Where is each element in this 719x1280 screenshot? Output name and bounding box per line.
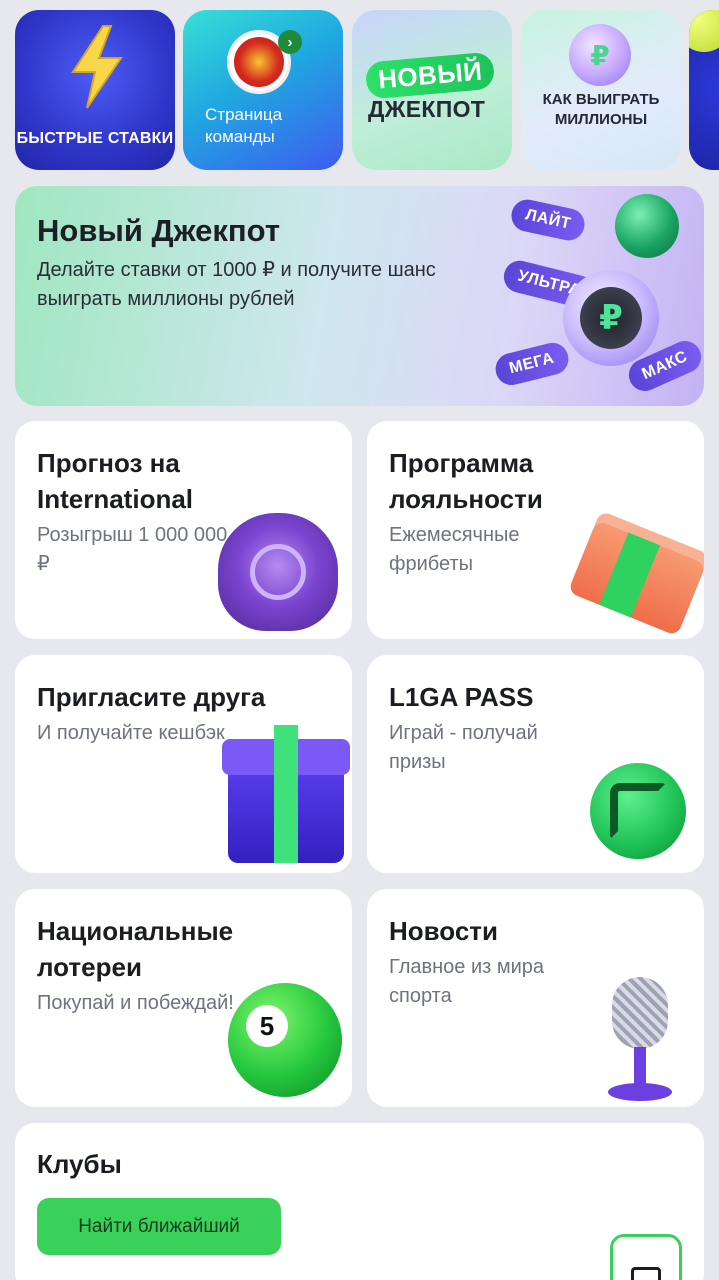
card-title: Национальные лотереи: [37, 916, 234, 982]
coin-icon: ₽: [569, 24, 631, 86]
card-invite-friend[interactable]: Пригласите друга И получайте кешбэк: [15, 655, 352, 873]
banner-title: Новый Джекпот: [37, 213, 281, 248]
clubs-section: Клубы Найти ближайший: [15, 1123, 704, 1280]
card-title: Пригласите друга: [37, 682, 266, 712]
story-label: ДЖЕКПОТ: [368, 96, 486, 122]
chevron-right-icon: ›: [278, 30, 302, 54]
card-news[interactable]: Новости Главное из мира спорта: [367, 889, 704, 1107]
story-label: КАК ВЫИГРАТЬ МИЛЛИОНЫ: [542, 91, 660, 128]
card-title: Программа лояльности: [389, 448, 543, 514]
qr-icon: [631, 1267, 661, 1280]
story-label: Страница команды: [205, 105, 283, 146]
story-new-jackpot[interactable]: НОВЫЙ ДЖЕКПОТ: [352, 10, 512, 170]
card-subtitle: Главное из мира спорта: [389, 956, 545, 1007]
card-subtitle: Ежемесячные фрибеты: [389, 524, 520, 575]
story-team-page[interactable]: › Страница команды: [183, 10, 343, 170]
card-subtitle: И получайте кешбэк: [37, 722, 225, 744]
card-subtitle: Розыгрыш 1 000 000 ₽: [37, 524, 228, 575]
microphone-icon: [604, 977, 697, 1101]
card-subtitle: Покупай и побеждай!: [37, 992, 234, 1014]
stories-row: БЫСТРЫЕ СТАВКИ › Страница команды НОВЫЙ …: [15, 10, 719, 170]
card-title: Прогноз на International: [37, 448, 194, 514]
card-title: L1GA PASS: [389, 682, 534, 712]
card-subtitle: Играй - получай призы: [389, 722, 538, 773]
story-fast-bets[interactable]: БЫСТРЫЕ СТАВКИ: [15, 10, 175, 170]
card-l1ga-pass[interactable]: L1GA PASS Играй - получай призы: [367, 655, 704, 873]
aegis-icon: [218, 513, 338, 631]
story-pill: НОВЫЙ: [364, 51, 496, 100]
find-nearest-button[interactable]: Найти ближайший: [37, 1198, 281, 1255]
green-ball-icon: [615, 194, 679, 258]
card-national-lotteries[interactable]: Национальные лотереи Покупай и побеждай!…: [15, 889, 352, 1107]
lottery-ball-icon: 5: [228, 983, 342, 1097]
lottery-ball-number: 5: [246, 1005, 288, 1047]
jackpot-banner[interactable]: Новый Джекпот Делайте ставки от 1000 ₽ и…: [15, 186, 704, 406]
story-label: БЫСТРЫЕ СТАВКИ: [16, 130, 174, 147]
qr-scan-button[interactable]: [610, 1234, 682, 1280]
tennis-ball-icon: [689, 10, 719, 52]
lightning-icon: [71, 25, 123, 109]
ruble-coin-icon: ₽: [563, 270, 659, 366]
card-title: Новости: [389, 916, 499, 946]
clubs-title: Клубы: [37, 1149, 122, 1179]
tag-mega: МЕГА: [492, 339, 572, 389]
card-international-forecast[interactable]: Прогноз на International Розыгрыш 1 000 …: [15, 421, 352, 639]
story-tennis[interactable]: [689, 10, 719, 170]
story-how-to-win[interactable]: ₽ КАК ВЫИГРАТЬ МИЛЛИОНЫ: [521, 10, 681, 170]
pass-coin-icon: [590, 763, 686, 859]
card-loyalty-program[interactable]: Программа лояльности Ежемесячные фрибеты: [367, 421, 704, 639]
banner-subtitle: Делайте ставки от 1000 ₽ и получите шанс…: [37, 259, 436, 310]
tag-lite: ЛАЙТ: [508, 196, 588, 244]
gift-icon: [222, 725, 350, 863]
